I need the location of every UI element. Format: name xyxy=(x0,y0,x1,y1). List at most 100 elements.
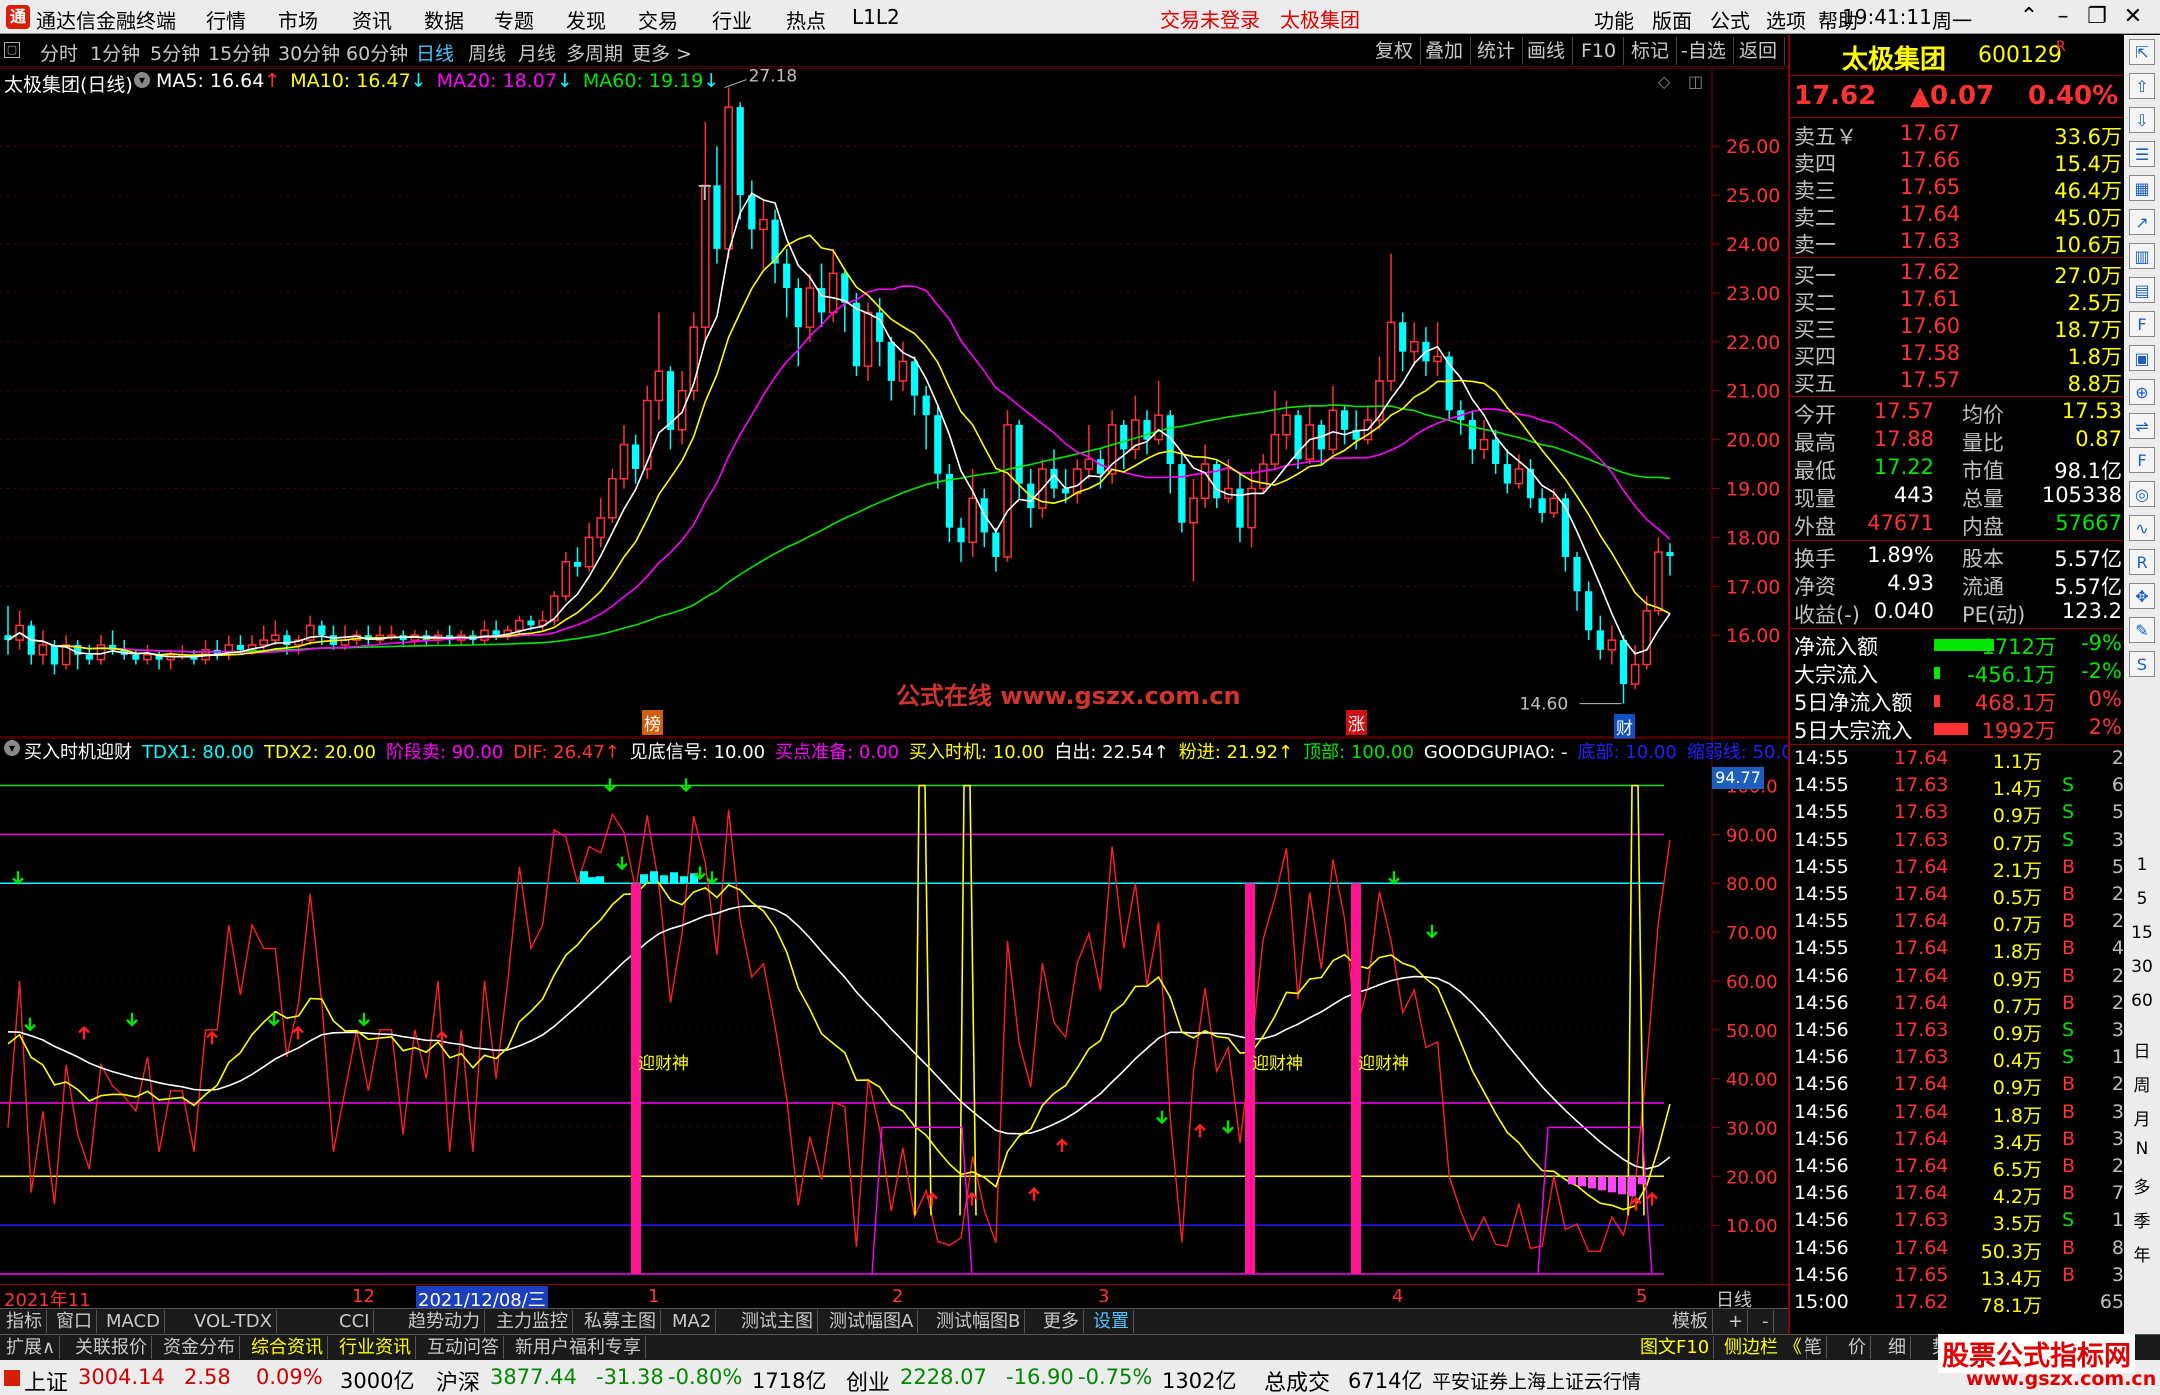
toolbar-button[interactable]: 标记 xyxy=(1624,37,1678,65)
zoom-icon[interactable]: ⊕ xyxy=(2129,379,2155,405)
kline-svg[interactable]: 26.00 25.00 24.00 23.00 22.00 21.00 20.00 19.00… xyxy=(0,67,1788,738)
index-label[interactable]: 沪深 xyxy=(436,1365,480,1395)
marker-bang[interactable]: 榜 xyxy=(642,710,663,735)
indicator-svg[interactable]: 100.090.0080.0070.0060.0050.0040.0030.00… xyxy=(0,737,1788,1324)
period-tab[interactable]: 30分钟 xyxy=(278,39,340,66)
menu-item[interactable]: 行业 xyxy=(712,5,752,34)
ask-row[interactable]: 卖一 17.63 10.6万 xyxy=(1794,229,2122,257)
info-tab-right[interactable]: 细 xyxy=(1884,1336,1911,1359)
indicator-tab[interactable]: 测试主图 xyxy=(737,1310,818,1333)
ask-row[interactable]: 卖五￥ 17.67 33.6万 xyxy=(1794,121,2122,149)
dropdown-icon[interactable]: ▾ xyxy=(134,72,150,88)
indicator-tab[interactable]: MA2 xyxy=(668,1310,717,1333)
pin-icon[interactable]: ⇱ xyxy=(2129,39,2155,65)
indicator-tab[interactable]: 设置 xyxy=(1089,1310,1134,1333)
rsi-icon[interactable]: R xyxy=(2129,549,2155,575)
menu-item[interactable]: 交易 xyxy=(638,5,678,34)
ask-row[interactable]: 卖三 17.65 46.4万 xyxy=(1794,175,2122,203)
f10-icon[interactable]: F xyxy=(2129,311,2155,337)
panel-toggle-icon[interactable]: ▢ xyxy=(4,42,20,58)
toolbar-button[interactable]: 复权 xyxy=(1368,37,1422,65)
close-icon[interactable]: ✕ xyxy=(2116,2,2150,32)
indicator-tab[interactable]: 更多 xyxy=(1039,1310,1084,1333)
info-tab[interactable]: 互动问答 xyxy=(423,1336,504,1359)
info-tab-right[interactable]: 价 xyxy=(1844,1336,1871,1359)
index-label[interactable]: 创业 xyxy=(846,1365,890,1395)
indicator-tab[interactable]: 测试幅图A xyxy=(825,1310,919,1333)
menu-item[interactable]: 市场 xyxy=(278,5,318,34)
sidebar-period-button[interactable]: 月 xyxy=(2124,1105,2160,1130)
menu-item[interactable]: 资讯 xyxy=(352,5,392,34)
info-tab[interactable]: 综合资讯 xyxy=(247,1336,328,1359)
bid-row[interactable]: 买四 17.58 1.8万 xyxy=(1794,341,2122,369)
tab-control-button[interactable]: - xyxy=(1758,1310,1774,1333)
sidebar-period-button[interactable]: 周 xyxy=(2124,1071,2160,1096)
toolbar-button[interactable]: F10 xyxy=(1574,37,1625,65)
info-tab-right[interactable]: 侧边栏 《 xyxy=(1720,1336,1807,1359)
info-tab-right[interactable]: 图文F10 xyxy=(1636,1336,1715,1359)
indicator-tab[interactable]: CCI xyxy=(335,1310,375,1333)
bars-icon[interactable]: ▥ xyxy=(2129,243,2155,269)
chart-icon[interactable]: ↗ xyxy=(2129,209,2155,235)
bid-row[interactable]: 买一 17.62 27.0万 xyxy=(1794,260,2122,288)
menu-item[interactable]: 行情 xyxy=(206,5,246,34)
sidebar-minute-button[interactable]: 60 xyxy=(2124,991,2160,1011)
sidebar-minute-button[interactable]: 5 xyxy=(2124,889,2160,909)
sidebar-period-button[interactable]: 年 xyxy=(2124,1241,2160,1266)
period-tab[interactable]: 多周期 xyxy=(566,39,623,66)
indicator-tab[interactable]: 指标 xyxy=(2,1310,47,1333)
indicator-tab[interactable]: 窗口 xyxy=(52,1310,97,1333)
toolbar-button[interactable]: 画线 xyxy=(1520,37,1574,65)
list-icon[interactable]: ☰ xyxy=(2129,141,2155,167)
period-tab[interactable]: 更多 > xyxy=(632,39,692,66)
info-tab[interactable]: 行业资讯 xyxy=(335,1336,416,1359)
index-label[interactable]: 上证 xyxy=(24,1365,68,1395)
info-tab-right[interactable]: 笔 xyxy=(1800,1336,1827,1359)
compare-icon[interactable]: ⇌ xyxy=(2129,413,2155,439)
wave-icon[interactable]: ∿ xyxy=(2129,515,2155,541)
down-icon[interactable]: ⇩ xyxy=(2129,107,2155,133)
sidebar-period-button[interactable]: 多 xyxy=(2124,1173,2160,1198)
period-tab[interactable]: 周线 xyxy=(468,39,506,66)
menu-item[interactable]: L1L2 xyxy=(852,5,900,29)
right-menu-item[interactable]: 版面 xyxy=(1652,5,1692,34)
sidebar-minute-button[interactable]: 1 xyxy=(2124,855,2160,875)
period-tab[interactable]: 分时 xyxy=(40,39,78,66)
tab-control-button[interactable]: + xyxy=(1724,1310,1749,1333)
indicator-tab[interactable]: 趋势动力 xyxy=(404,1310,485,1333)
stock-icon[interactable]: ▣ xyxy=(2129,345,2155,371)
bid-row[interactable]: 买二 17.61 2.5万 xyxy=(1794,287,2122,315)
menu-item[interactable]: 数据 xyxy=(424,5,464,34)
menu-item[interactable]: 发现 xyxy=(566,5,606,34)
main-kline-chart[interactable]: 26.00 25.00 24.00 23.00 22.00 21.00 20.00 19.00… xyxy=(0,67,1788,739)
diamond-icon[interactable]: ◇ xyxy=(1658,72,1670,91)
menu-item[interactable]: 热点 xyxy=(786,5,826,34)
sidebar-minute-button[interactable]: 15 xyxy=(2124,923,2160,943)
indicator-dropdown-icon[interactable]: ▾ xyxy=(4,740,20,756)
period-tab[interactable]: 日线 xyxy=(416,39,454,66)
period-tab[interactable]: 15分钟 xyxy=(208,39,270,66)
window-toggle-icon[interactable]: ◫ xyxy=(1688,72,1703,91)
table-icon[interactable]: ▤ xyxy=(2129,277,2155,303)
fs2-icon[interactable]: S xyxy=(2129,651,2155,677)
indicator-tab[interactable]: 主力监控 xyxy=(492,1310,573,1333)
info-tab[interactable]: 新用户福利专享 xyxy=(511,1336,646,1359)
menu-item[interactable]: 专题 xyxy=(494,5,534,34)
toolbar-button[interactable]: 返回 xyxy=(1732,37,1786,65)
restore-icon[interactable]: ❐ xyxy=(2080,2,2114,32)
indicator-chart[interactable]: 100.090.0080.0070.0060.0050.0040.0030.00… xyxy=(0,737,1804,1324)
indicator-tab[interactable]: VOL-TDX xyxy=(190,1310,277,1333)
bid-row[interactable]: 买五 17.57 8.8万 xyxy=(1794,368,2122,396)
ask-row[interactable]: 卖四 17.66 15.4万 xyxy=(1794,148,2122,176)
right-menu-item[interactable]: 选项 xyxy=(1766,5,1806,34)
sidebar-period-button[interactable]: 季 xyxy=(2124,1207,2160,1232)
sidebar-period-button[interactable]: N xyxy=(2124,1139,2160,1159)
ask-row[interactable]: 卖二 17.64 45.0万 xyxy=(1794,202,2122,230)
up-icon[interactable]: ⇧ xyxy=(2129,73,2155,99)
period-tab[interactable]: 5分钟 xyxy=(150,39,200,66)
bid-row[interactable]: 买三 17.60 18.7万 xyxy=(1794,314,2122,342)
pen-icon[interactable]: ✎ xyxy=(2129,617,2155,643)
period-tab[interactable]: 1分钟 xyxy=(90,39,140,66)
grid-icon[interactable]: ▦ xyxy=(2129,175,2155,201)
login-warning[interactable]: 交易未登录 xyxy=(1160,4,1260,33)
